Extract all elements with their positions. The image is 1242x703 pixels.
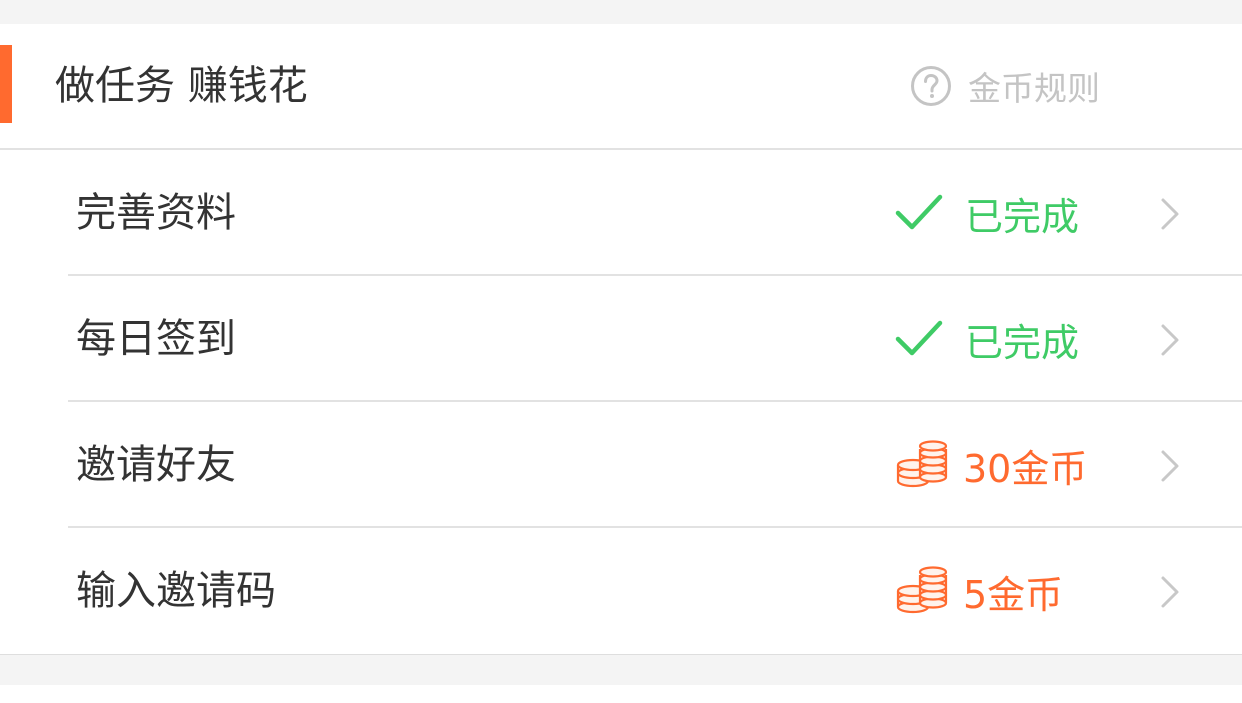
- task-card: 做任务 赚钱花 金币规则 完善资料 已完成 每日签到 已完成 邀请好友 30金币…: [0, 24, 1242, 655]
- coin-stack-icon: [895, 566, 949, 616]
- coin-rules-label: 金币规则: [968, 69, 1100, 108]
- task-row-complete-profile[interactable]: 完善资料 已完成: [0, 150, 1242, 276]
- header-accent-bar: [0, 45, 12, 123]
- question-circle-icon: [910, 65, 952, 107]
- task-row-enter-invite-code[interactable]: 输入邀请码 5金币: [0, 528, 1242, 654]
- coin-stack-icon: [895, 440, 949, 490]
- top-spacer: [0, 0, 1242, 24]
- check-icon: [895, 192, 943, 234]
- task-status: 已完成: [895, 185, 1079, 241]
- task-row-daily-checkin[interactable]: 每日签到 已完成: [0, 276, 1242, 402]
- task-status-text: 已完成: [965, 194, 1080, 239]
- page-title: 做任务 赚钱花: [55, 63, 308, 109]
- task-label: 每日签到: [76, 316, 236, 362]
- chevron-right-icon: [1157, 574, 1183, 610]
- task-reward: 5金币: [895, 563, 1063, 619]
- task-reward-text: 30金币: [963, 446, 1088, 491]
- task-row-invite-friends[interactable]: 邀请好友 30金币: [0, 402, 1242, 528]
- coin-rules-link[interactable]: 金币规则: [910, 62, 1100, 110]
- task-label: 邀请好友: [76, 442, 236, 488]
- task-header: 做任务 赚钱花 金币规则: [0, 24, 1242, 150]
- task-label: 完善资料: [76, 190, 236, 236]
- check-icon: [895, 318, 943, 360]
- chevron-right-icon: [1157, 322, 1183, 358]
- task-status: 已完成: [895, 311, 1079, 367]
- bottom-spacer: [0, 655, 1242, 685]
- task-label: 输入邀请码: [76, 568, 276, 614]
- bottom-area: [0, 685, 1242, 703]
- chevron-right-icon: [1157, 448, 1183, 484]
- task-status-text: 已完成: [965, 320, 1080, 365]
- chevron-right-icon: [1157, 196, 1183, 232]
- task-reward-text: 5金币: [963, 572, 1064, 617]
- task-reward: 30金币: [895, 437, 1087, 493]
